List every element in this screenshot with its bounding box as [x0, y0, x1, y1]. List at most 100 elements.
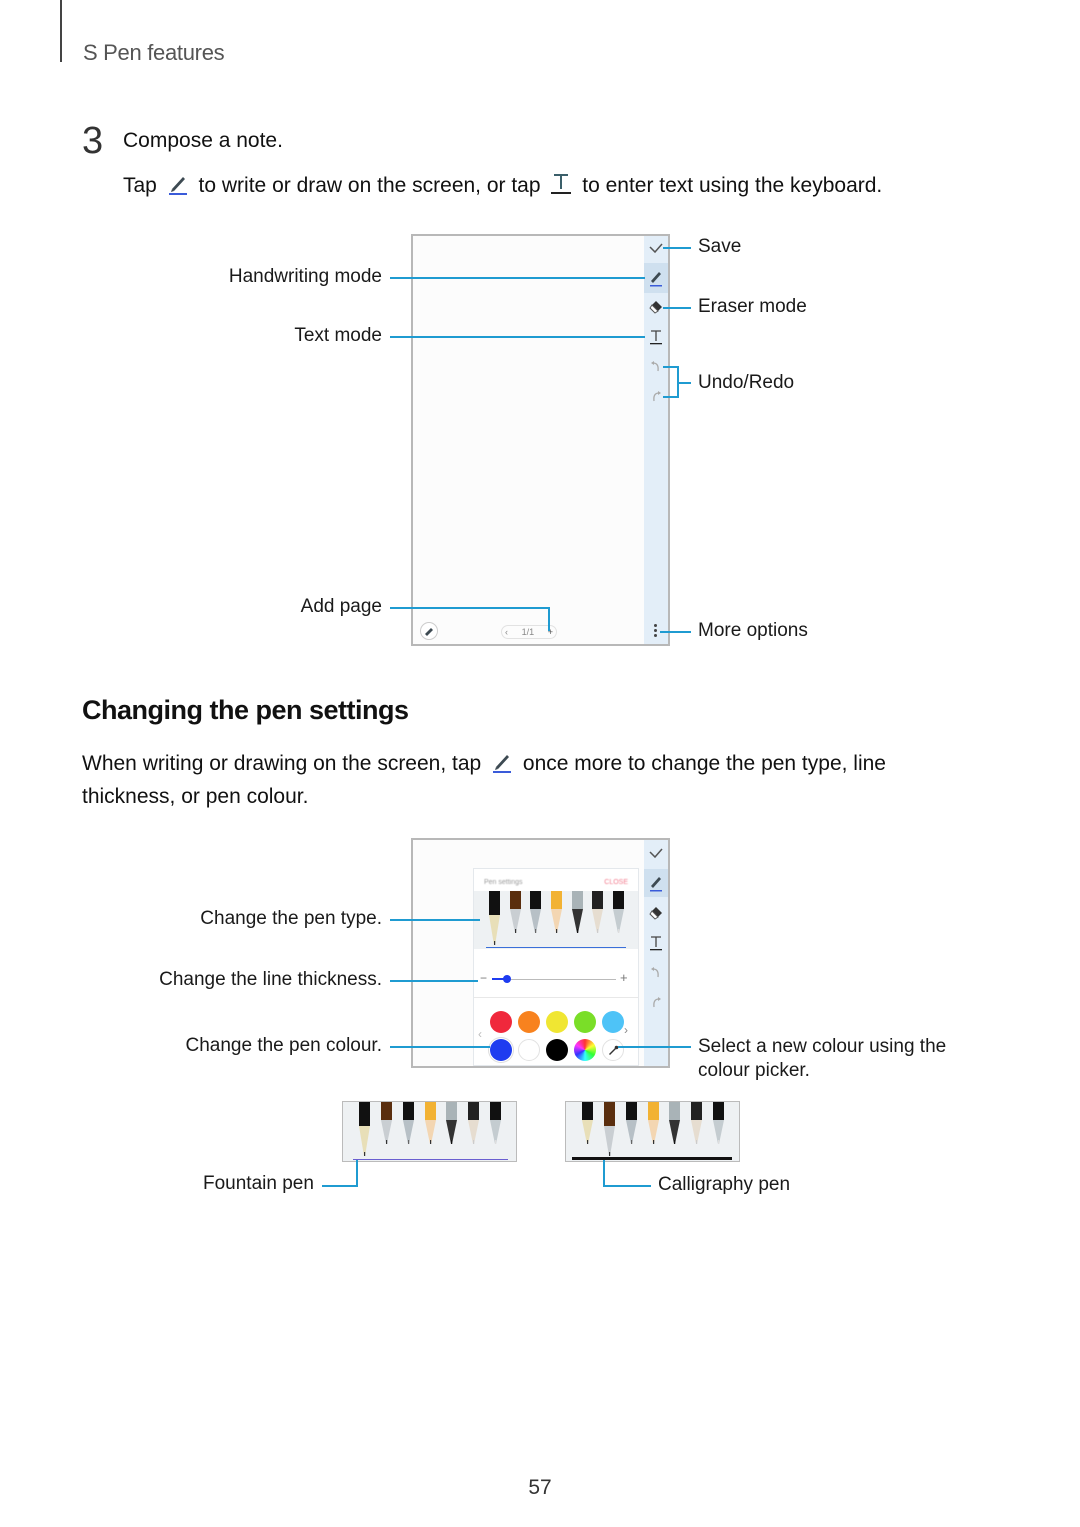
callout-fountain-pen: Fountain pen	[203, 1173, 314, 1194]
leader-add-page-h	[390, 607, 550, 609]
callout-eraser-mode: Eraser mode	[698, 296, 807, 317]
pen-option-marker[interactable]	[571, 891, 584, 938]
callout-colour-picker: Select a new colour using the colour pic…	[698, 1036, 947, 1081]
pen-option-calligraphy[interactable]	[380, 1102, 393, 1149]
pen-option-brush[interactable]	[529, 891, 542, 938]
pen-option-pencil[interactable]	[550, 891, 563, 938]
page-number: 57	[528, 1476, 552, 1499]
para-part1: When writing or drawing on the screen, t…	[82, 752, 482, 775]
leader-redo-bottom	[663, 396, 679, 398]
colour-picker-eyedropper-icon[interactable]	[602, 1039, 624, 1061]
eraser-icon[interactable]	[649, 906, 663, 920]
desc-part1: Tap	[123, 174, 157, 197]
pen-option-fineliner[interactable]	[712, 1102, 725, 1149]
desc-part2: to write or draw on the screen, or tap	[198, 174, 541, 197]
eraser-icon[interactable]	[649, 300, 663, 314]
pen-option-marker[interactable]	[668, 1102, 681, 1149]
more-options-icon[interactable]	[654, 624, 658, 638]
colour-swatch[interactable]	[518, 1039, 540, 1061]
colour-swatches	[490, 1011, 624, 1065]
callout-undo-redo: Undo/Redo	[698, 372, 795, 393]
pen-option-highlighter[interactable]	[690, 1102, 703, 1149]
leader-calligraphy-v	[603, 1160, 605, 1186]
leader-line-thickness	[390, 980, 478, 982]
redo-icon[interactable]	[650, 996, 662, 1010]
colour-spectrum-swatch[interactable]	[574, 1039, 596, 1061]
step-number: 3	[82, 120, 104, 162]
leader-eraser	[663, 307, 691, 309]
leader-colour-picker	[618, 1046, 691, 1048]
callout-add-page: Add page	[300, 596, 382, 617]
colour-swatch[interactable]	[574, 1011, 596, 1033]
pen-icon	[167, 172, 189, 196]
leader-text-mode	[390, 336, 645, 338]
pen-option-fineliner[interactable]	[489, 1102, 502, 1149]
section-paragraph: When writing or drawing on the screen, t…	[82, 747, 962, 813]
pen-option-fineliner[interactable]	[612, 891, 625, 938]
leader-save	[663, 247, 691, 249]
colour-swatch[interactable]	[546, 1039, 568, 1061]
leader-more-options	[660, 631, 691, 633]
pen-settings-panel: Pen settings CLOSE − + ‹ ›	[473, 868, 639, 1066]
callout-pen-type: Change the pen type.	[200, 908, 382, 929]
pen-option-pencil[interactable]	[647, 1102, 660, 1149]
pen-icon[interactable]	[648, 269, 664, 287]
undo-icon[interactable]	[650, 966, 662, 980]
strip-preview-line	[572, 1157, 732, 1160]
pen-icon[interactable]	[648, 874, 664, 892]
desc-part3: to enter text using the keyboard.	[582, 174, 883, 197]
callout-calligraphy-pen: Calligraphy pen	[658, 1174, 791, 1195]
fountain-pen-strip	[342, 1101, 517, 1162]
pen-option-fountain[interactable]	[488, 891, 501, 950]
colour-prev-arrow[interactable]: ‹	[478, 1027, 482, 1041]
section-header: S Pen features	[83, 40, 225, 65]
colour-swatch[interactable]	[546, 1011, 568, 1033]
section-title: Changing the pen settings	[82, 695, 409, 725]
leader-fountain-h	[322, 1185, 358, 1187]
thickness-track[interactable]	[492, 975, 616, 983]
note-screen: ‹ 1/1 +	[411, 234, 670, 646]
pen-option-fountain[interactable]	[358, 1102, 371, 1161]
pen-preview-line	[486, 947, 626, 948]
colour-swatch[interactable]	[490, 1011, 512, 1033]
callout-text-mode: Text mode	[294, 325, 382, 346]
redo-icon[interactable]	[650, 390, 662, 404]
thickness-knob[interactable]	[502, 975, 511, 983]
pen-option-calligraphy[interactable]	[509, 891, 522, 938]
strip-preview-line	[353, 1159, 508, 1160]
thickness-plus[interactable]: +	[620, 970, 628, 985]
pen-option-brush[interactable]	[625, 1102, 638, 1149]
text-icon[interactable]	[649, 935, 663, 951]
pen-option-fountain[interactable]	[581, 1102, 594, 1149]
colour-swatch[interactable]	[602, 1011, 624, 1033]
text-icon[interactable]	[649, 329, 663, 345]
leader-calligraphy-h	[603, 1185, 651, 1187]
header-rule	[60, 0, 62, 62]
pen-option-pencil[interactable]	[424, 1102, 437, 1149]
check-icon[interactable]	[648, 846, 664, 860]
pen-option-calligraphy[interactable]	[603, 1102, 616, 1161]
callout-pen-colour: Change the pen colour.	[185, 1035, 383, 1056]
pen-option-highlighter[interactable]	[591, 891, 604, 938]
leader-add-page-v	[548, 607, 550, 631]
prev-page-button[interactable]: ‹	[505, 627, 508, 637]
page-indicator: 1/1	[521, 627, 535, 637]
colour-swatch[interactable]	[490, 1039, 512, 1061]
pen-option-highlighter[interactable]	[467, 1102, 480, 1149]
leader-undo-redo	[677, 382, 691, 384]
thickness-minus[interactable]: −	[480, 971, 487, 985]
check-icon[interactable]	[648, 241, 664, 255]
pen-type-row	[474, 891, 638, 949]
undo-icon[interactable]	[650, 360, 662, 374]
colour-swatch[interactable]	[518, 1011, 540, 1033]
step-description: Tap to write or draw on the screen, or t…	[123, 172, 882, 198]
drawing-tool-button[interactable]	[420, 622, 438, 640]
callout-save: Save	[698, 236, 742, 257]
colour-next-arrow[interactable]: ›	[624, 1023, 628, 1037]
text-mode-icon	[550, 172, 572, 196]
callout-more-options: More options	[698, 620, 808, 641]
pen-option-brush[interactable]	[402, 1102, 415, 1149]
pen-option-marker[interactable]	[445, 1102, 458, 1149]
panel-close-button[interactable]: CLOSE	[604, 879, 628, 886]
leader-pen-type	[390, 919, 480, 921]
